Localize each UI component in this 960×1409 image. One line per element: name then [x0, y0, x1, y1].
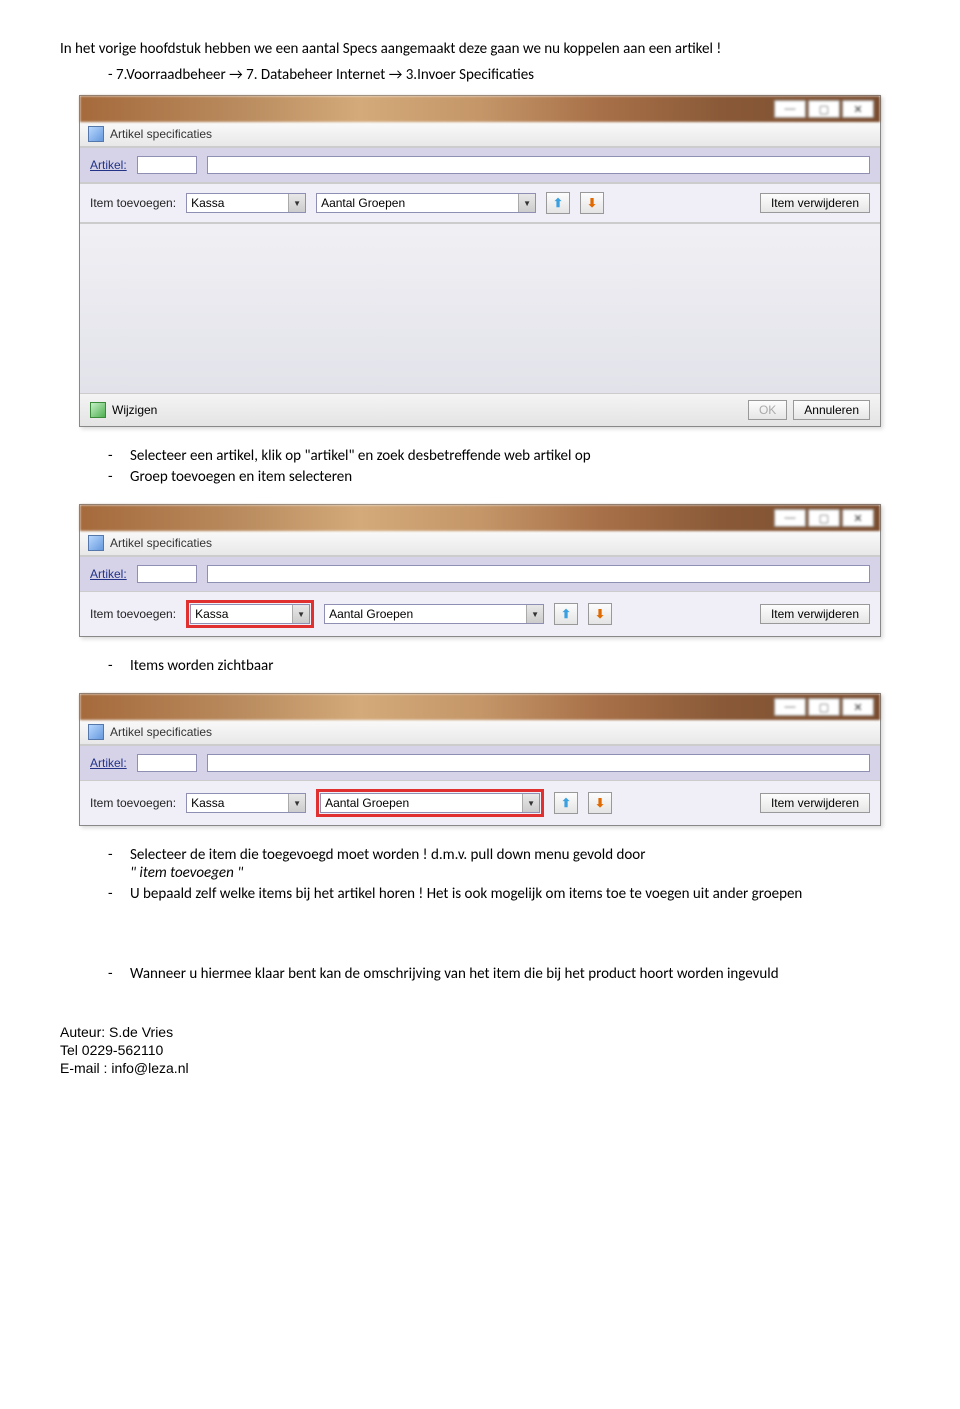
- window-title: Artikel specificaties: [110, 725, 212, 739]
- close-icon: ✕: [842, 100, 874, 118]
- chevron-down-icon: ▼: [292, 605, 309, 623]
- move-down-button[interactable]: ⬇: [580, 192, 604, 214]
- ok-button[interactable]: OK: [748, 400, 787, 420]
- artikel-label[interactable]: Artikel:: [90, 756, 127, 770]
- maximize-icon: ▢: [808, 509, 840, 527]
- chevron-down-icon: ▼: [288, 794, 305, 812]
- window-title: Artikel specificaties: [110, 536, 212, 550]
- bullet-text: Groep toevoegen en item selecteren: [130, 468, 900, 486]
- artikel-label[interactable]: Artikel:: [90, 158, 127, 172]
- item-toevoegen-label: Item toevoegen:: [90, 796, 176, 810]
- instructions-4: -Wanneer u hiermee klaar bent kan de oms…: [108, 965, 900, 983]
- artikel-label[interactable]: Artikel:: [90, 567, 127, 581]
- move-up-button[interactable]: ⬆: [554, 603, 578, 625]
- group-dropdown[interactable]: Kassa ▼: [190, 604, 310, 624]
- item-verwijderen-button[interactable]: Item verwijderen: [760, 793, 870, 813]
- item-toevoegen-row: Item toevoegen: Kassa ▼ Aantal Groepen ▼…: [80, 591, 880, 636]
- move-down-button[interactable]: ⬇: [588, 603, 612, 625]
- chevron-down-icon: ▼: [522, 794, 539, 812]
- annuleren-button[interactable]: Annuleren: [793, 400, 870, 420]
- item-verwijderen-button[interactable]: Item verwijderen: [760, 193, 870, 213]
- move-up-button[interactable]: ⬆: [554, 792, 578, 814]
- bullet-text: Selecteer de item die toegevoegd moet wo…: [130, 846, 900, 882]
- window-title: Artikel specificaties: [110, 127, 212, 141]
- group-dropdown-value: Kassa: [195, 607, 292, 621]
- footer-tel: Tel 0229-562110: [60, 1041, 900, 1059]
- move-up-button[interactable]: ⬆: [546, 192, 570, 214]
- app-icon: [88, 724, 104, 740]
- bullet-text: Selecteer een artikel, klik op "artikel"…: [130, 447, 900, 465]
- item-dropdown[interactable]: Aantal Groepen ▼: [316, 193, 536, 213]
- artikel-code-input[interactable]: [137, 156, 197, 174]
- desktop-blur-bg: — ▢ ✕: [80, 96, 880, 122]
- item-toevoegen-label: Item toevoegen:: [90, 607, 176, 621]
- artikel-row: Artikel:: [80, 745, 880, 780]
- intro-text: In het vorige hoofdstuk hebben we een aa…: [60, 40, 900, 60]
- close-icon: ✕: [842, 509, 874, 527]
- item-dropdown-value: Aantal Groepen: [329, 607, 526, 621]
- item-toevoegen-row: Item toevoegen: Kassa ▼ Aantal Groepen ▼…: [80, 183, 880, 223]
- window-titlebar: Artikel specificaties: [80, 720, 880, 745]
- highlight-group-dropdown: Kassa ▼: [186, 600, 314, 628]
- instructions-3: - Selecteer de item die toegevoegd moet …: [108, 846, 900, 903]
- footer-email: E-mail : info@leza.nl: [60, 1059, 900, 1077]
- dialog-screenshot-2: — ▢ ✕ Artikel specificaties Artikel: Ite…: [79, 504, 881, 637]
- artikel-desc-input[interactable]: [207, 156, 870, 174]
- footer-author: Auteur: S.de Vries: [60, 1023, 900, 1041]
- maximize-icon: ▢: [808, 100, 840, 118]
- item-toevoegen-label: Item toevoegen:: [90, 196, 176, 210]
- window-titlebar: Artikel specificaties: [80, 122, 880, 147]
- instructions-1: -Selecteer een artikel, klik op "artikel…: [108, 447, 900, 486]
- highlight-item-dropdown: Aantal Groepen ▼: [316, 789, 544, 817]
- app-icon: [88, 126, 104, 142]
- chevron-down-icon: ▼: [288, 194, 305, 212]
- desktop-blur-bg: — ▢ ✕: [80, 694, 880, 720]
- chevron-down-icon: ▼: [518, 194, 535, 212]
- item-dropdown-value: Aantal Groepen: [321, 196, 518, 210]
- artikel-code-input[interactable]: [137, 754, 197, 772]
- minimize-icon: —: [774, 698, 806, 716]
- wijzigen-icon: [90, 402, 106, 418]
- maximize-icon: ▢: [808, 698, 840, 716]
- item-dropdown-value: Aantal Groepen: [325, 796, 522, 810]
- chevron-down-icon: ▼: [526, 605, 543, 623]
- group-dropdown-value: Kassa: [191, 196, 288, 210]
- group-dropdown[interactable]: Kassa ▼: [186, 793, 306, 813]
- minimize-icon: —: [774, 509, 806, 527]
- item-verwijderen-button[interactable]: Item verwijderen: [760, 604, 870, 624]
- document-footer: Auteur: S.de Vries Tel 0229-562110 E-mai…: [60, 1023, 900, 1078]
- bullet-text: U bepaald zelf welke items bij het artik…: [130, 885, 900, 903]
- desktop-blur-bg: — ▢ ✕: [80, 505, 880, 531]
- item-list-area: [80, 223, 880, 393]
- artikel-code-input[interactable]: [137, 565, 197, 583]
- window-titlebar: Artikel specificaties: [80, 531, 880, 556]
- italic-text: " item toevoegen ": [130, 864, 243, 882]
- artikel-row: Artikel:: [80, 147, 880, 183]
- artikel-row: Artikel:: [80, 556, 880, 591]
- move-down-button[interactable]: ⬇: [588, 792, 612, 814]
- bullet-text: Wanneer u hiermee klaar bent kan de omsc…: [130, 965, 900, 983]
- artikel-desc-input[interactable]: [207, 565, 870, 583]
- group-dropdown-value: Kassa: [191, 796, 288, 810]
- wijzigen-button[interactable]: Wijzigen: [112, 403, 157, 417]
- bullet-text: Items worden zichtbaar: [130, 657, 900, 675]
- app-icon: [88, 535, 104, 551]
- group-dropdown[interactable]: Kassa ▼: [186, 193, 306, 213]
- nav-path: - 7.Voorraadbeheer → 7. Databeheer Inter…: [108, 66, 900, 86]
- instructions-2: -Items worden zichtbaar: [108, 657, 900, 675]
- dialog-screenshot-1: — ▢ ✕ Artikel specificaties Artikel: Ite…: [79, 95, 881, 427]
- dialog-footer: Wijzigen OK Annuleren: [80, 393, 880, 426]
- artikel-desc-input[interactable]: [207, 754, 870, 772]
- item-toevoegen-row: Item toevoegen: Kassa ▼ Aantal Groepen ▼…: [80, 780, 880, 825]
- item-dropdown[interactable]: Aantal Groepen ▼: [320, 793, 540, 813]
- minimize-icon: —: [774, 100, 806, 118]
- close-icon: ✕: [842, 698, 874, 716]
- dialog-screenshot-3: — ▢ ✕ Artikel specificaties Artikel: Ite…: [79, 693, 881, 826]
- item-dropdown[interactable]: Aantal Groepen ▼: [324, 604, 544, 624]
